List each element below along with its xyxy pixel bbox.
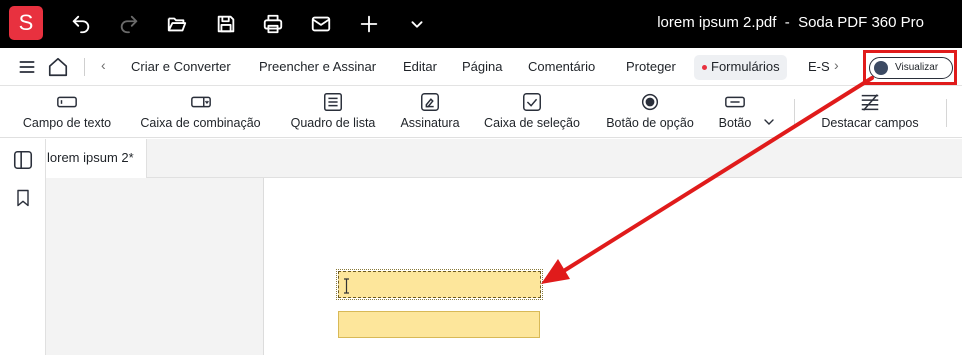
window-title: lorem ipsum 2.pdf - Soda PDF 360 Pro xyxy=(657,14,924,31)
highlight-fields-button[interactable]: Destacar campos xyxy=(815,92,925,130)
text-field-button[interactable]: Campo de texto xyxy=(18,92,116,130)
radio-button-label: Botão de opção xyxy=(606,116,694,130)
signature-label: Assinatura xyxy=(400,116,460,130)
tab-formularios[interactable]: Formulários xyxy=(694,55,787,80)
list-box-button[interactable]: Quadro de lista xyxy=(286,92,380,130)
panel-toggle-icon[interactable] xyxy=(10,147,36,173)
print-icon[interactable] xyxy=(258,9,288,39)
bookmark-icon[interactable] xyxy=(10,185,36,211)
combo-box-label: Caixa de combinação xyxy=(140,116,261,130)
home-icon[interactable] xyxy=(47,56,69,78)
text-field-label: Campo de texto xyxy=(22,116,112,130)
tab-criar-e-converter[interactable]: Criar e Converter xyxy=(131,59,231,74)
tab-preencher-e-assinar[interactable]: Preencher e Assinar xyxy=(259,59,376,74)
combo-box-icon xyxy=(190,96,211,108)
button-tool-button[interactable]: Botão xyxy=(714,92,756,130)
highlight-fields-label: Destacar campos xyxy=(821,116,919,130)
thumbnail-panel xyxy=(46,178,264,355)
text-form-field-2[interactable] xyxy=(338,311,540,338)
list-box-label: Quadro de lista xyxy=(290,116,376,130)
document-tab[interactable]: lorem ipsum 2* xyxy=(46,139,147,178)
tab-pagina[interactable]: Página xyxy=(462,59,502,74)
mail-icon[interactable] xyxy=(306,9,336,39)
button-tool-icon xyxy=(725,96,745,108)
tab-proteger[interactable]: Proteger xyxy=(626,59,676,74)
tab-comentario[interactable]: Comentário xyxy=(528,59,595,74)
title-bar: S lorem ipsum 2.pdf - Soda PDF 360 Pro xyxy=(0,0,962,48)
radio-button-icon xyxy=(641,93,659,111)
save-icon[interactable] xyxy=(211,9,241,39)
scroll-right-icon[interactable]: › xyxy=(834,57,839,73)
redo-icon[interactable] xyxy=(114,9,144,39)
text-cursor-icon xyxy=(344,278,349,294)
signature-button[interactable]: Assinatura xyxy=(397,92,463,130)
highlight-fields-icon xyxy=(861,94,879,111)
chevron-down-icon[interactable] xyxy=(402,9,432,39)
signature-icon xyxy=(421,93,439,111)
left-rail xyxy=(0,139,46,355)
scroll-left-icon[interactable]: ‹ xyxy=(101,57,106,73)
folder-open-icon[interactable] xyxy=(162,9,192,39)
forms-ribbon: Campo de texto Caixa de combinação Quadr… xyxy=(0,87,962,138)
text-field-icon xyxy=(57,96,77,108)
radio-button-button[interactable]: Botão de opção xyxy=(601,92,699,130)
document-tab-label: lorem ipsum 2* xyxy=(47,150,134,165)
annotation-highlight-box xyxy=(863,50,957,85)
undo-icon[interactable] xyxy=(66,9,96,39)
menu-separator xyxy=(84,58,85,76)
ribbon-separator xyxy=(946,99,947,127)
menu-bar: ‹ Criar e Converter Preencher e Assinar … xyxy=(0,48,962,86)
button-dropdown-chevron-icon[interactable] xyxy=(763,115,775,127)
ribbon-separator xyxy=(794,99,795,127)
app-logo[interactable]: S xyxy=(9,6,43,40)
checkbox-icon xyxy=(523,93,541,111)
button-tool-label: Botão xyxy=(718,116,752,130)
tab-editar[interactable]: Editar xyxy=(403,59,437,74)
plus-icon[interactable] xyxy=(354,9,384,39)
tab-e-sign[interactable]: E-S xyxy=(808,59,830,74)
checkbox-button[interactable]: Caixa de seleção xyxy=(480,92,584,130)
text-form-field-1[interactable] xyxy=(336,269,543,300)
combo-box-button[interactable]: Caixa de combinação xyxy=(133,92,268,130)
document-tab-strip: lorem ipsum 2* xyxy=(46,139,962,178)
hamburger-menu-icon[interactable] xyxy=(16,56,38,78)
checkbox-label: Caixa de seleção xyxy=(484,116,580,130)
list-box-icon xyxy=(324,93,342,111)
